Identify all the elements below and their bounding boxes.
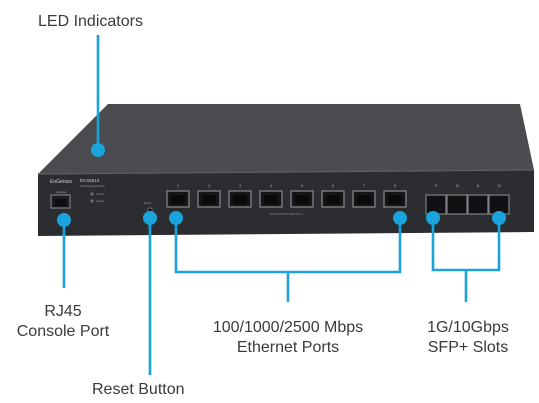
port-number-8: 8: [394, 184, 396, 188]
ethernet-port-7[interactable]: [352, 190, 376, 208]
port-number-5: 5: [301, 184, 303, 188]
led-callout-dot: [91, 143, 105, 157]
reset-caption: Reset: [144, 201, 151, 205]
ethernet-port-8[interactable]: [383, 190, 407, 208]
sfp-number-12: 12: [497, 184, 501, 188]
port-number-4: 4: [270, 184, 272, 188]
rj45-callout-dot: [57, 213, 71, 227]
switch-top-surface: [38, 104, 534, 174]
ethernet-port8-callout-dot: [393, 211, 407, 225]
port-number-6: 6: [332, 184, 334, 188]
ethernet-port-2[interactable]: [197, 190, 221, 208]
device-model: ECS5512: [80, 178, 100, 183]
ethernet-port-4[interactable]: [259, 190, 283, 208]
ethernet-port-5[interactable]: [290, 190, 314, 208]
port-number-3: 3: [239, 184, 241, 188]
sfp-slot9-callout-dot: [426, 211, 440, 225]
sfp-slot-11[interactable]: [467, 194, 489, 215]
ethernet-port-6[interactable]: [321, 190, 345, 208]
ethernet-port1-callout-dot: [169, 211, 183, 225]
led-status-indicator: [90, 199, 94, 203]
led-power-indicator: [90, 192, 94, 196]
led-power-label: Power: [96, 192, 104, 196]
ports-caption: 100/1000/2500 Mbps Ports: [269, 212, 303, 216]
sfp-slot12-callout-dot: [492, 211, 506, 225]
switch-diagram: EnGenius ECS5512 10G Managed Switch Cons…: [37, 35, 535, 375]
port-number-1: 1: [177, 184, 179, 188]
sfp-number-9: 9: [435, 184, 437, 188]
port-number-7: 7: [363, 184, 365, 188]
console-port-caption: Console: [56, 190, 67, 194]
sfp-slots-group: [425, 194, 510, 215]
port-number-2: 2: [208, 184, 210, 188]
sfp-slot-10[interactable]: [446, 194, 468, 215]
ethernet-port-1[interactable]: [166, 190, 190, 208]
sfp-number-10: 10: [455, 184, 459, 188]
led-status-label: Status: [96, 199, 105, 203]
reset-callout-dot: [143, 211, 157, 225]
device-model-subtitle: 10G Managed Switch: [80, 184, 105, 188]
device-brand: EnGenius: [50, 179, 72, 185]
sfp-number-11: 11: [476, 184, 480, 188]
ethernet-port-3[interactable]: [228, 190, 252, 208]
sfp-slot-9[interactable]: [425, 194, 447, 215]
